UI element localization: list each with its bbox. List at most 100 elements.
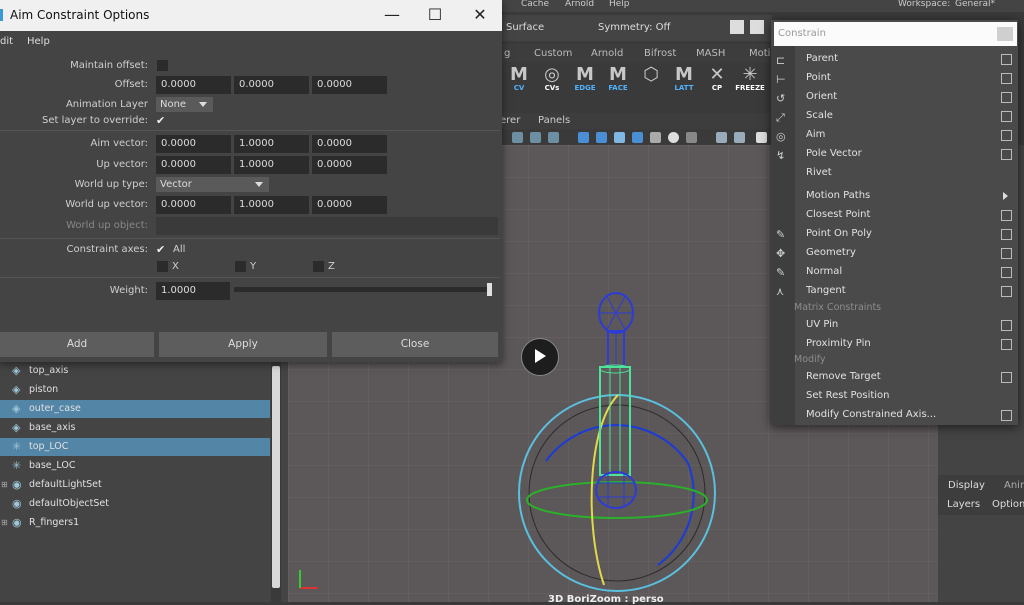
menu-item-rivet[interactable]: Rivet: [806, 167, 832, 178]
shelf-tab-g[interactable]: g: [504, 48, 510, 59]
option-box-icon[interactable]: [1001, 210, 1012, 221]
shadow-icon[interactable]: [686, 132, 697, 143]
shelf-button-1[interactable]: ◎ CVs: [537, 66, 567, 96]
up-vector-y-field[interactable]: 1.0000: [234, 156, 309, 174]
close-icon[interactable]: ✕: [469, 4, 491, 26]
menu-item-parent[interactable]: Parent: [806, 53, 838, 64]
shelf-button-4[interactable]: ⬡: [636, 66, 666, 96]
shaded-wire-icon[interactable]: [614, 132, 625, 143]
world-up-vector-z-field[interactable]: 0.0000: [312, 196, 387, 214]
world-up-type-dropdown[interactable]: Vector: [156, 177, 269, 192]
apply-button[interactable]: Apply: [159, 332, 327, 357]
viewport-menu-renderer[interactable]: erer: [500, 115, 520, 126]
offset-x-field[interactable]: 0.0000: [156, 76, 231, 94]
shelf-button-0[interactable]: M CV: [504, 66, 534, 96]
menu-help[interactable]: Help: [27, 36, 50, 47]
offset-y-field[interactable]: 0.0000: [234, 76, 309, 94]
option-box-icon[interactable]: [1001, 54, 1012, 65]
render-icon[interactable]: [730, 20, 744, 34]
axes-all-check-icon[interactable]: ✔: [156, 244, 165, 255]
expand-icon[interactable]: ⊞: [1, 480, 8, 489]
menu-cache[interactable]: Cache: [521, 0, 549, 9]
viewport-menu-panels[interactable]: Panels: [538, 115, 570, 126]
shelf-tab-custom[interactable]: Custom: [534, 48, 572, 59]
outliner-item[interactable]: ⊞ ◉ R_fingers1: [0, 514, 270, 532]
option-box-icon[interactable]: [1001, 410, 1012, 421]
weight-field[interactable]: 1.0000: [156, 282, 230, 300]
shelf-tab-arnold[interactable]: Arnold: [591, 48, 623, 59]
add-button[interactable]: Add: [0, 332, 154, 357]
menu-item-proximity-pin[interactable]: Proximity Pin: [806, 338, 871, 349]
light-icon[interactable]: [668, 132, 679, 143]
axis-y-checkbox[interactable]: [235, 261, 246, 272]
option-box-icon[interactable]: [1001, 130, 1012, 141]
menu-item-closest-point[interactable]: Closest Point: [806, 209, 870, 220]
menu-item-scale[interactable]: Scale: [806, 110, 833, 121]
menu-item-geometry[interactable]: Geometry: [806, 247, 856, 258]
maintain-offset-checkbox[interactable]: [157, 60, 168, 71]
outliner-item[interactable]: ◈ base_axis: [0, 419, 270, 437]
menu-item-uv-pin[interactable]: UV Pin: [806, 319, 838, 330]
tab-anim[interactable]: Anim: [1004, 480, 1024, 491]
world-up-vector-y-field[interactable]: 1.0000: [234, 196, 309, 214]
outliner-item[interactable]: ⊞ ◉ defaultLightSet: [0, 476, 270, 494]
weight-slider[interactable]: [234, 287, 492, 292]
option-box-icon[interactable]: [1001, 286, 1012, 297]
shelf-button-2[interactable]: M EDGE: [570, 66, 600, 96]
expand-icon[interactable]: ⊞: [1, 518, 8, 527]
image-plane-icon[interactable]: [530, 132, 541, 143]
dialog-titlebar[interactable]: Aim Constraint Options — ☐ ✕: [0, 0, 502, 31]
up-vector-z-field[interactable]: 0.0000: [312, 156, 387, 174]
shelf-tab-mash[interactable]: MASH: [696, 48, 725, 59]
shelf-button-7[interactable]: ✳ FREEZE: [735, 66, 765, 96]
shelf-button-5[interactable]: M LATT: [669, 66, 699, 96]
option-box-icon[interactable]: [1001, 320, 1012, 331]
ao-icon[interactable]: [716, 132, 727, 143]
menu-item-motion-paths[interactable]: Motion Paths: [806, 190, 870, 201]
option-box-icon[interactable]: [1001, 339, 1012, 350]
menu-item-set-rest-position[interactable]: Set Rest Position: [806, 390, 890, 401]
outliner-item[interactable]: ◈ outer_case: [0, 400, 270, 418]
aim-vector-y-field[interactable]: 1.0000: [234, 135, 309, 153]
aim-vector-x-field[interactable]: 0.0000: [156, 135, 231, 153]
menu-item-modify-constrained-axis[interactable]: Modify Constrained Axis...: [806, 409, 936, 420]
option-box-icon[interactable]: [1001, 111, 1012, 122]
shelf-tab-bifrost[interactable]: Bifrost: [644, 48, 676, 59]
outliner-item[interactable]: ◈ piston: [0, 381, 270, 399]
tear-off-icon[interactable]: [997, 27, 1013, 41]
textured-icon[interactable]: [632, 132, 643, 143]
anim-layer-dropdown[interactable]: None: [156, 97, 213, 112]
menu-item-tangent[interactable]: Tangent: [806, 285, 846, 296]
outliner-item[interactable]: ◉ defaultObjectSet: [0, 495, 270, 513]
option-box-icon[interactable]: [1001, 248, 1012, 259]
menu-item-normal[interactable]: Normal: [806, 266, 842, 277]
offset-z-field[interactable]: 0.0000: [312, 76, 387, 94]
camera-icon[interactable]: [512, 132, 523, 143]
tab-display[interactable]: Display: [948, 480, 985, 491]
surface-label[interactable]: Surface: [506, 22, 544, 33]
menu-item-point-on-poly[interactable]: Point On Poly: [806, 228, 872, 239]
shelf-tab-moti[interactable]: Moti: [749, 48, 770, 59]
symmetry-dropdown[interactable]: Symmetry: Off: [598, 22, 670, 33]
menu-item-point[interactable]: Point: [806, 72, 831, 83]
motion-blur-icon[interactable]: [734, 132, 745, 143]
set-layer-check-icon[interactable]: ✔: [156, 115, 165, 126]
option-box-icon[interactable]: [1001, 229, 1012, 240]
render-settings-icon[interactable]: [750, 20, 764, 34]
outliner-item[interactable]: ✳ base_LOC: [0, 457, 270, 475]
maximize-icon[interactable]: ☐: [424, 4, 446, 26]
option-box-icon[interactable]: [1001, 372, 1012, 383]
menu-edit[interactable]: dit: [0, 36, 13, 47]
minimize-icon[interactable]: —: [381, 4, 403, 26]
option-box-icon[interactable]: [1001, 149, 1012, 160]
option-box-icon[interactable]: [1001, 267, 1012, 278]
menu-item-orient[interactable]: Orient: [806, 91, 837, 102]
weight-slider-handle[interactable]: [487, 283, 492, 296]
world-up-vector-x-field[interactable]: 0.0000: [156, 196, 231, 214]
checker-icon[interactable]: [650, 132, 661, 143]
menu-item-aim[interactable]: Aim: [806, 129, 825, 140]
shelf-button-3[interactable]: M FACE: [603, 66, 633, 96]
options-menu[interactable]: Options: [992, 499, 1024, 510]
axis-x-checkbox[interactable]: [157, 261, 168, 272]
smooth-shade-icon[interactable]: [596, 132, 607, 143]
